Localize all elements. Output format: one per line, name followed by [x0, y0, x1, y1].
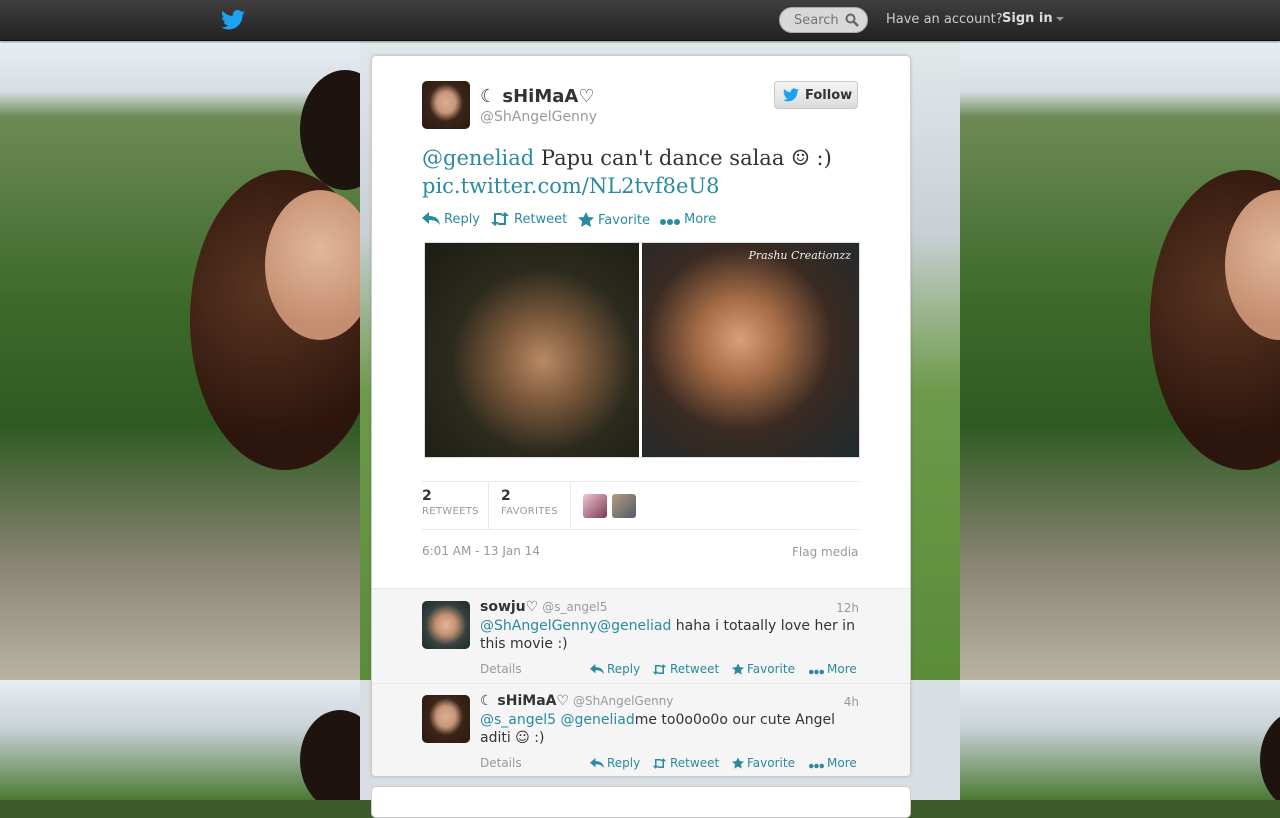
more-dots-icon	[660, 219, 680, 225]
more-label: More	[684, 212, 717, 227]
reply-icon	[422, 212, 440, 225]
reply-text: @s_angel5 @geneliadme to0o0o0o our cute …	[480, 711, 855, 747]
background-tile	[960, 680, 1280, 800]
user-handle[interactable]: @ShAngelGenny	[480, 109, 597, 125]
top-navigation-bar: Have an account? Sign in	[0, 0, 1280, 41]
flag-media-link[interactable]: Flag media	[792, 545, 858, 559]
favorite-label: Favorite	[747, 756, 795, 770]
twitter-bird-icon	[783, 88, 799, 102]
avatar[interactable]	[422, 695, 470, 743]
divider	[570, 482, 571, 529]
tweet-timestamp[interactable]: 6:01 AM - 13 Jan 14	[422, 544, 540, 558]
search-box[interactable]	[779, 7, 868, 33]
favorites-label: FAVORITES	[501, 506, 558, 517]
avatar[interactable]	[583, 494, 607, 518]
reply-item: sowju♡ @s_angel5 12h @ShAngelGenny@geneli…	[372, 589, 910, 684]
favorites-count: 2	[501, 488, 511, 504]
more-label: More	[827, 662, 857, 676]
avatar[interactable]	[422, 601, 470, 649]
pic-link[interactable]: pic.twitter.com/NL2tvf8eU8	[422, 174, 719, 198]
more-button[interactable]: More	[660, 212, 716, 227]
retweet-button[interactable]: Retweet	[652, 756, 719, 770]
more-button[interactable]: More	[809, 662, 857, 676]
media-watermark: Prashu Creationzz	[748, 249, 851, 262]
divider	[488, 482, 489, 529]
twitter-bird-icon[interactable]	[221, 9, 245, 31]
media-photo-left	[425, 243, 639, 457]
details-link[interactable]: Details	[480, 662, 522, 676]
retweet-icon	[652, 664, 667, 675]
tweet-card: ☾ sHiMaA♡ @ShAngelGenny Follow @geneliad…	[371, 55, 911, 777]
retweet-button[interactable]: Retweet	[490, 212, 567, 227]
sign-in-label: Sign in	[1002, 11, 1053, 26]
reply-icon	[590, 758, 604, 769]
favorite-button[interactable]: Favorite	[732, 756, 795, 770]
details-link[interactable]: Details	[480, 756, 522, 770]
reply-button[interactable]: Reply	[422, 212, 480, 227]
favorite-label: Favorite	[747, 662, 795, 676]
sign-in-link[interactable]: Sign in	[1002, 11, 1064, 26]
mention-link[interactable]: @ShAngelGenny@geneliad	[480, 618, 671, 634]
reply-time[interactable]: 4h	[844, 695, 859, 709]
reply-handle: @ShAngelGenny	[573, 694, 674, 708]
tweet-stats: 2 RETWEETS 2 FAVORITES	[422, 481, 859, 530]
replies-list: sowju♡ @s_angel5 12h @ShAngelGenny@geneli…	[372, 588, 910, 776]
retweet-label: Retweet	[670, 662, 720, 676]
tweet-body: Papu can't dance salaa ☺ :)	[534, 146, 832, 170]
more-label: More	[827, 756, 857, 770]
follow-button[interactable]: Follow	[774, 81, 858, 109]
reply-author[interactable]: sowju♡ @s_angel5	[480, 599, 607, 615]
tweet-text: @geneliad Papu can't dance salaa ☺ :) pic…	[422, 144, 862, 200]
favorites-stat[interactable]: 2 FAVORITES	[501, 488, 558, 517]
retweet-label: Retweet	[514, 212, 568, 227]
more-dots-icon	[809, 669, 824, 675]
tweet-media-image[interactable]: Prashu Creationzz	[424, 242, 860, 458]
more-button[interactable]: More	[809, 756, 857, 770]
background-tile	[960, 40, 1280, 680]
reply-display-name: ☾ sHiMaA♡	[480, 693, 570, 709]
avatar[interactable]	[612, 494, 636, 518]
mention-link[interactable]: @s_angel5 @geneliad	[480, 712, 635, 728]
retweet-button[interactable]: Retweet	[652, 662, 719, 676]
star-icon	[732, 757, 744, 769]
reply-button[interactable]: Reply	[590, 662, 640, 676]
reply-time[interactable]: 12h	[836, 601, 859, 615]
reply-icon	[590, 664, 604, 675]
reply-handle: @s_angel5	[542, 600, 608, 614]
reply-label: Reply	[607, 756, 641, 770]
retweet-icon	[491, 212, 509, 226]
avatar[interactable]	[422, 81, 470, 129]
search-icon[interactable]	[845, 13, 859, 27]
favorite-label: Favorite	[598, 213, 650, 228]
have-account-text: Have an account?	[886, 12, 1003, 27]
star-icon	[578, 212, 594, 227]
favorite-button[interactable]: Favorite	[578, 212, 650, 228]
retweet-icon	[652, 758, 667, 769]
reply-text: @ShAngelGenny@geneliad haha i totaally l…	[480, 617, 855, 653]
media-photo-right: Prashu Creationzz	[642, 243, 859, 457]
reply-button[interactable]: Reply	[590, 756, 640, 770]
display-name[interactable]: ☾ sHiMaA♡	[480, 86, 594, 107]
star-icon	[732, 663, 744, 675]
more-dots-icon	[809, 763, 824, 769]
retweets-label: RETWEETS	[422, 506, 479, 517]
retweets-stat[interactable]: 2 RETWEETS	[422, 488, 479, 517]
reply-item: ☾ sHiMaA♡ @ShAngelGenny 4h @s_angel5 @gen…	[372, 683, 910, 776]
background-tile	[0, 680, 360, 800]
chevron-down-icon	[1055, 16, 1064, 21]
next-card	[371, 786, 911, 818]
favorite-button[interactable]: Favorite	[732, 662, 795, 676]
retweet-label: Retweet	[670, 756, 720, 770]
mention-link[interactable]: @geneliad	[422, 146, 534, 170]
background-tile	[0, 40, 360, 680]
retweets-count: 2	[422, 488, 432, 504]
reply-display-name: sowju♡	[480, 599, 539, 615]
reply-label: Reply	[607, 662, 641, 676]
follow-label: Follow	[805, 88, 853, 103]
reply-author[interactable]: ☾ sHiMaA♡ @ShAngelGenny	[480, 693, 673, 709]
reply-label: Reply	[444, 212, 481, 227]
